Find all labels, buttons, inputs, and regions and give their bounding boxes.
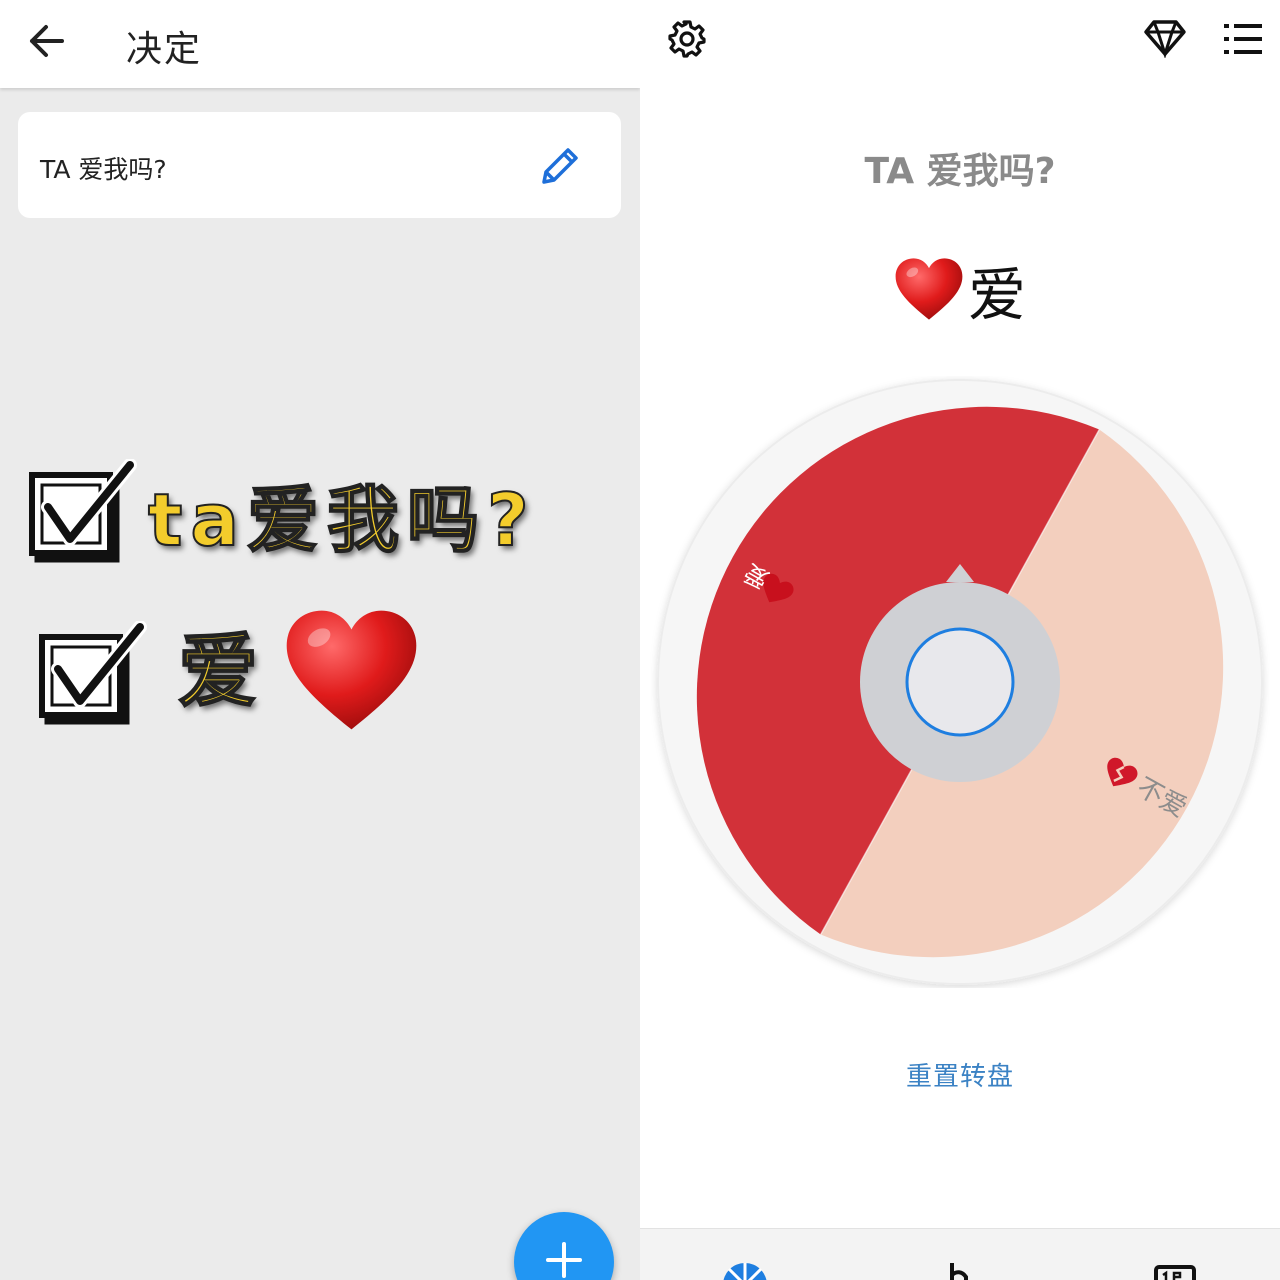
premium-button[interactable] — [1142, 18, 1188, 59]
edit-button[interactable] — [536, 142, 584, 190]
checkbox-icon — [39, 621, 147, 725]
list-button[interactable] — [1222, 20, 1264, 58]
app-bar: 决定 — [0, 0, 640, 88]
counter-icon — [1154, 1265, 1196, 1280]
wheel-icon — [723, 1263, 767, 1280]
pencil-icon — [542, 148, 578, 184]
reset-wheel-button[interactable]: 重置转盘 — [640, 1056, 1280, 1093]
page-title: 决定 — [126, 29, 203, 70]
add-button[interactable] — [514, 1212, 614, 1280]
sticker-line-2: 爱 — [177, 624, 259, 719]
diamond-icon — [1144, 20, 1186, 59]
checkbox-icon — [29, 459, 137, 563]
decision-wheel[interactable]: 爱 不爱 — [650, 376, 1270, 988]
chart-icon — [950, 1263, 968, 1280]
arrow-left-icon — [30, 25, 64, 57]
back-button[interactable] — [22, 18, 72, 64]
settings-button[interactable] — [664, 16, 710, 62]
wheel-question: TA 爱我吗? — [864, 151, 1056, 192]
plus-icon — [546, 1242, 582, 1278]
nav-counter[interactable] — [1150, 1259, 1200, 1280]
question-text: TA 爱我吗? — [40, 155, 167, 184]
nav-history[interactable] — [940, 1259, 990, 1280]
left-panel: 决定 TA 爱我吗? ta爱我吗? 爱 — [0, 0, 640, 1280]
sticker-line-1: ta爱我吗? — [147, 477, 537, 563]
heart-icon — [286, 610, 417, 730]
bottom-navigation — [640, 1228, 1280, 1280]
heart-icon — [895, 258, 963, 320]
result-label: 爱 — [967, 261, 1026, 329]
sticker-image: ta爱我吗? 爱 — [26, 455, 626, 745]
right-panel: TA 爱我吗? 爱 爱 不爱 重置转盘 — [640, 0, 1280, 1280]
question-card[interactable]: TA 爱我吗? — [18, 112, 621, 218]
result-display: 爱 — [640, 248, 1280, 332]
nav-wheel[interactable] — [720, 1259, 770, 1280]
list-icon — [1224, 24, 1262, 54]
gear-icon — [668, 20, 706, 58]
